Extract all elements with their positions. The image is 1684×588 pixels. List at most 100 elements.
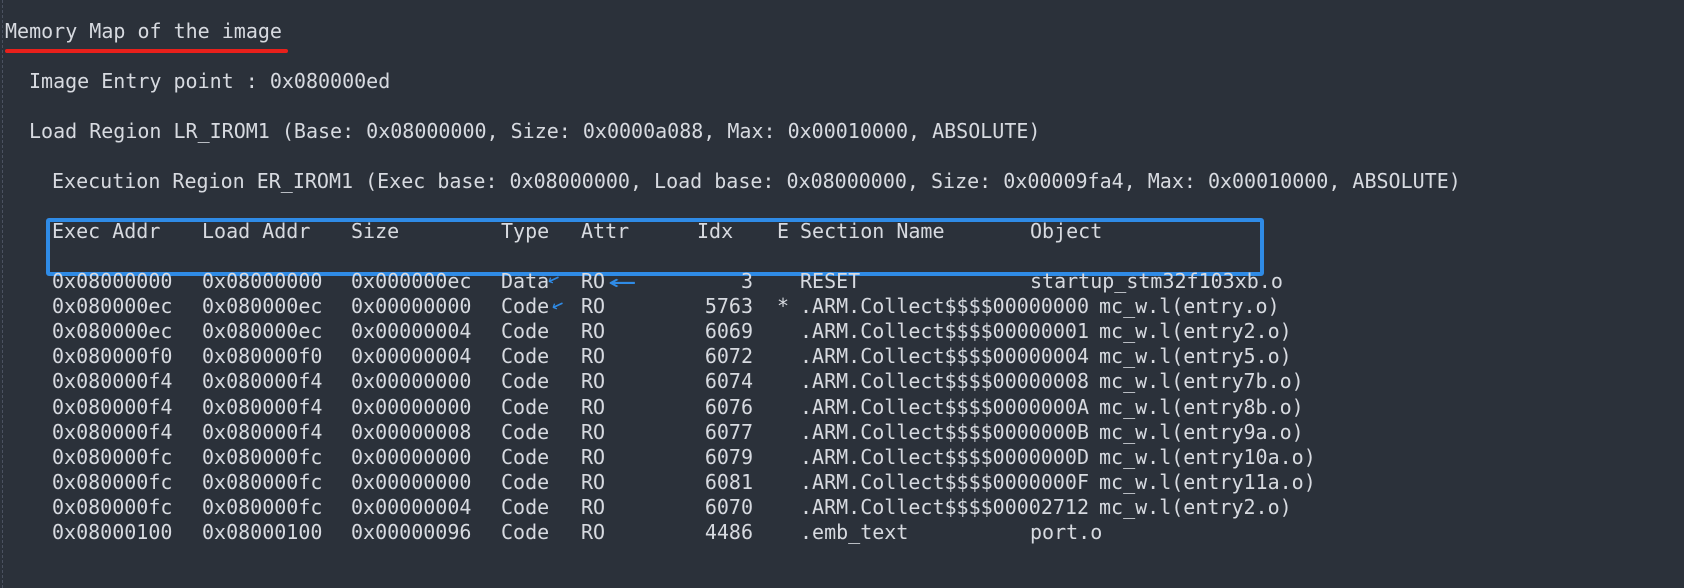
cell-section: .ARM.Collect$$$$0000000A: [800, 394, 1089, 419]
cell-object: mc_w.l(entry10a.o): [1099, 444, 1316, 469]
cell-exec: 0x080000f4: [52, 419, 173, 444]
cell-type: Code: [501, 319, 550, 344]
cell-type: Code: [501, 344, 550, 369]
title-underline-annotation: [5, 49, 288, 53]
cell-idx: 4486: [704, 520, 753, 544]
cell-idx: 5763: [704, 294, 753, 319]
cell-attr: RO: [581, 369, 606, 394]
cell-object: mc_w.l(entry11a.o): [1099, 469, 1316, 494]
column-header-section: Section Name: [800, 219, 945, 243]
ro-attr-arrow-icon: ←: [608, 267, 637, 297]
cell-exec: 0x080000f4: [52, 394, 173, 419]
cell-object: mc_w.l(entry2.o): [1099, 319, 1292, 344]
cell-load: 0x08000000: [202, 269, 323, 293]
cell-load: 0x08000100: [202, 520, 323, 544]
cell-idx: 3: [740, 269, 753, 293]
cell-object: mc_w.l(entry9a.o): [1099, 419, 1304, 444]
cell-attr: RO: [581, 444, 606, 469]
column-header-size: Size: [351, 219, 400, 243]
cell-type: Code: [501, 419, 550, 444]
cell-section: RESET: [800, 269, 861, 293]
cell-idx: 6076: [704, 394, 753, 419]
cell-section: .emb_text: [800, 520, 909, 544]
cell-idx: 6079: [704, 444, 753, 469]
cell-exec: 0x080000f0: [52, 344, 173, 369]
column-header-load: Load Addr: [202, 219, 311, 243]
memory-map-editor: Memory Map of the image Image Entry poin…: [0, 0, 1684, 588]
column-header-idx: Idx: [697, 219, 734, 243]
cell-attr: RO: [581, 419, 606, 444]
cell-object: mc_w.l(entry.o): [1099, 294, 1280, 319]
column-header-exec: Exec Addr: [52, 219, 161, 243]
cell-size: 0x00000000: [351, 394, 472, 419]
cell-section: .ARM.Collect$$$$00000004: [800, 344, 1089, 369]
column-header-attr: Attr: [581, 219, 630, 243]
cell-section: .ARM.Collect$$$$00000008: [800, 369, 1089, 394]
cell-attr: RO: [581, 344, 606, 369]
cell-e: *: [777, 294, 790, 319]
cell-idx: 6081: [704, 469, 753, 494]
cell-load: 0x080000ec: [202, 294, 323, 319]
cell-attr: RO: [581, 319, 606, 344]
cell-object: mc_w.l(entry8b.o): [1099, 394, 1304, 419]
cell-object: mc_w.l(entry2.o): [1099, 494, 1292, 519]
cell-section: .ARM.Collect$$$$00000000: [800, 294, 1089, 319]
cell-attr: RO: [581, 294, 606, 319]
cell-load: 0x080000f4: [202, 369, 323, 394]
cell-section: .ARM.Collect$$$$0000000B: [800, 419, 1089, 444]
load-region-line: Load Region LR_IROM1 (Base: 0x08000000, …: [29, 119, 1041, 143]
cell-idx: 6069: [704, 319, 753, 344]
exec-region-line: Execution Region ER_IROM1 (Exec base: 0x…: [52, 169, 1461, 193]
cell-size: 0x00000004: [351, 319, 472, 344]
cell-size: 0x00000004: [351, 344, 472, 369]
memory-map-title: Memory Map of the image: [5, 19, 282, 43]
cell-size: 0x00000000: [351, 294, 472, 319]
cell-exec: 0x080000fc: [52, 444, 173, 469]
cell-exec: 0x080000f4: [52, 369, 173, 394]
cell-size: 0x00000000: [351, 369, 472, 394]
cell-type: Code: [501, 494, 550, 519]
cell-exec: 0x08000100: [52, 520, 173, 544]
column-header-e: E: [777, 219, 790, 243]
indent-guide: [2, 0, 3, 588]
cell-attr: RO: [581, 394, 606, 419]
cell-exec: 0x080000ec: [52, 319, 173, 344]
cell-section: .ARM.Collect$$$$0000000F: [800, 469, 1089, 494]
column-header-object: Object: [1030, 219, 1103, 243]
cell-type: Code: [501, 394, 550, 419]
cell-section: .ARM.Collect$$$$0000000D: [800, 444, 1089, 469]
cell-object: mc_w.l(entry7b.o): [1099, 369, 1304, 394]
cell-section: .ARM.Collect$$$$00000001: [800, 319, 1089, 344]
cell-attr: RO: [581, 494, 606, 519]
entry-point-line: Image Entry point : 0x080000ed: [29, 69, 391, 93]
cell-type: Code: [501, 369, 550, 394]
code-type-arrow-icon: ←: [546, 290, 568, 318]
cell-idx: 6074: [704, 369, 753, 394]
cell-size: 0x000000ec: [351, 269, 472, 293]
cell-load: 0x080000f4: [202, 419, 323, 444]
cell-idx: 6072: [704, 344, 753, 369]
cell-size: 0x00000008: [351, 419, 472, 444]
cell-attr: RO: [581, 520, 606, 544]
cell-object: startup_stm32f103xb.o: [1030, 269, 1283, 293]
cell-load: 0x080000fc: [202, 469, 323, 494]
cell-size: 0x00000096: [351, 520, 472, 544]
column-header-type: Type: [501, 219, 550, 243]
cell-type: Code: [501, 444, 550, 469]
cell-load: 0x080000fc: [202, 494, 323, 519]
cell-section: .ARM.Collect$$$$00002712: [800, 494, 1089, 519]
cell-idx: 6077: [704, 419, 753, 444]
cell-exec: 0x080000fc: [52, 469, 173, 494]
cell-size: 0x00000004: [351, 494, 472, 519]
cell-idx: 6070: [704, 494, 753, 519]
cell-exec: 0x080000fc: [52, 494, 173, 519]
cell-size: 0x00000000: [351, 444, 472, 469]
cell-load: 0x080000f0: [202, 344, 323, 369]
cell-type: Code: [501, 469, 550, 494]
cell-type: Code: [501, 294, 550, 319]
cell-load: 0x080000fc: [202, 444, 323, 469]
cell-load: 0x080000f4: [202, 394, 323, 419]
cell-type: Code: [501, 520, 550, 544]
cell-load: 0x080000ec: [202, 319, 323, 344]
cell-attr: RO: [581, 269, 606, 293]
